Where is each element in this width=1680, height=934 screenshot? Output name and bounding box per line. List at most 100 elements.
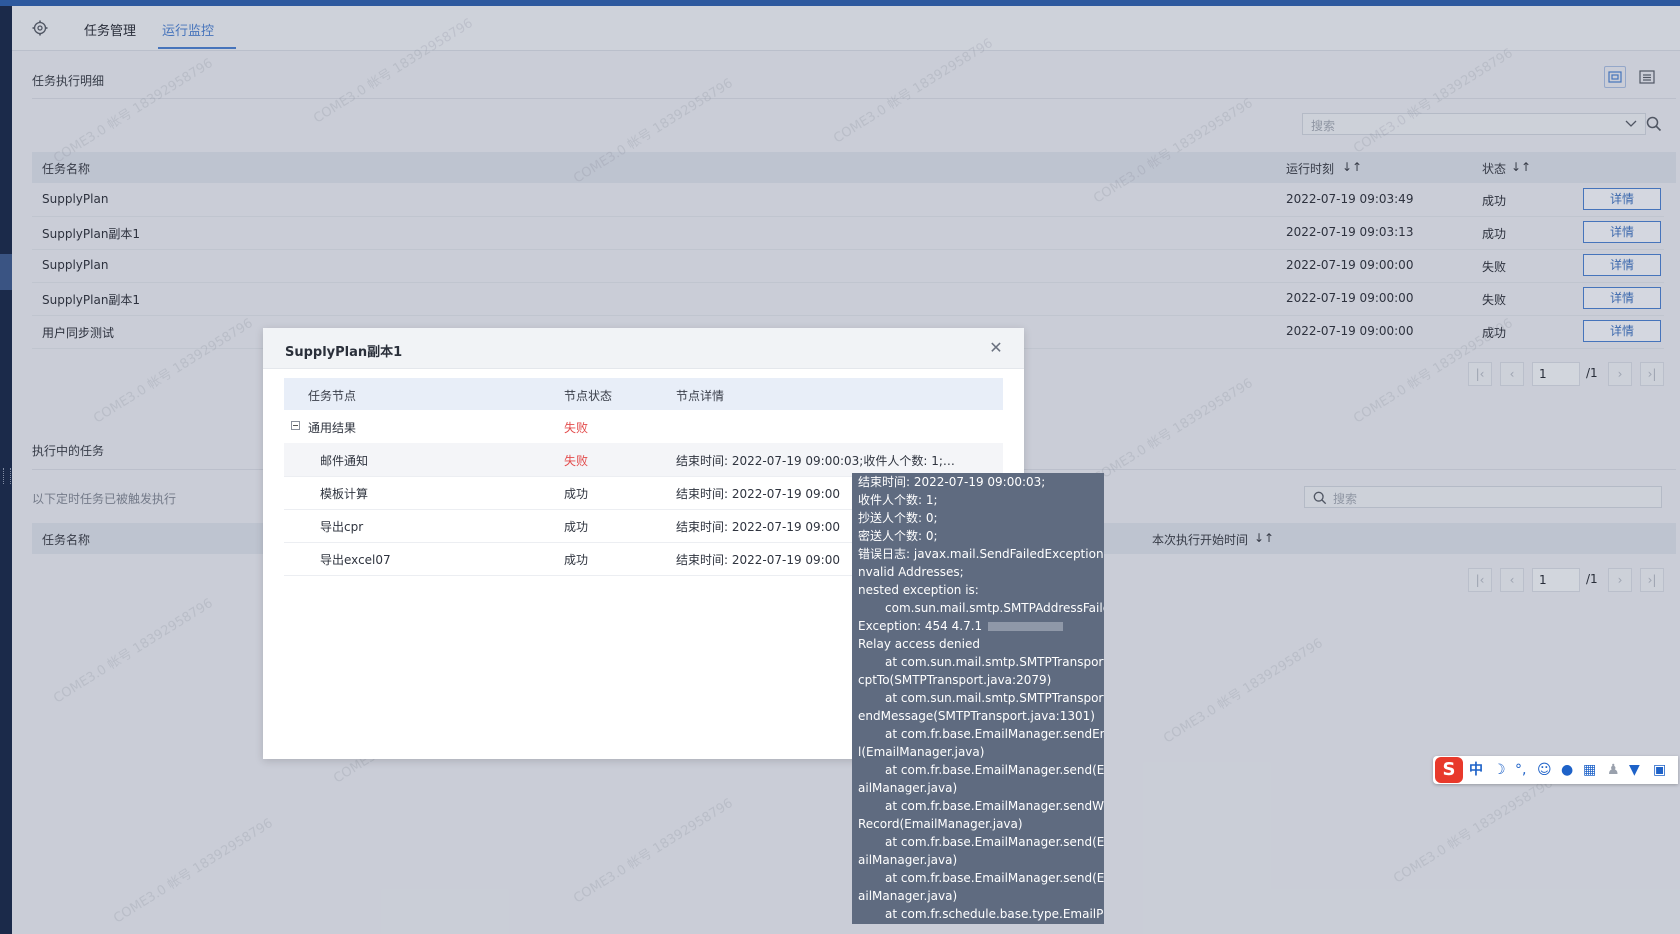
next-page-button[interactable]: ›: [1608, 362, 1632, 386]
detail-button[interactable]: 详情: [1583, 221, 1661, 243]
tooltip-line: endMessage(SMTPTransport.java:1301): [858, 709, 1095, 723]
moon-icon[interactable]: ☽: [1493, 760, 1506, 780]
microphone-icon[interactable]: ●: [1561, 760, 1573, 780]
table-row: SupplyPlan副本1 2022-07-19 09:03:13 成功 详情: [32, 216, 1664, 250]
tooltip-line: ailManager.java): [858, 889, 958, 903]
card-view-button[interactable]: [1604, 66, 1626, 88]
run-time: 2022-07-19 09:03:13: [1286, 225, 1414, 239]
sort-icon[interactable]: ↓↑: [1342, 160, 1362, 174]
tooltip-line: at com.sun.mail.smtp.SMTPTransport.r: [885, 655, 1104, 669]
col-node-detail: 节点详情: [676, 389, 725, 403]
list-view-icon: [1639, 70, 1655, 84]
tooltip-text: Exception: 454 4.7.1: [858, 619, 983, 633]
active-tab-indicator: [158, 47, 236, 49]
card-view-icon: [1608, 71, 1622, 83]
detail-button[interactable]: 详情: [1583, 320, 1661, 342]
tooltip-line: 结束时间: 2022-07-19 09:00:03;: [858, 475, 1046, 489]
run-time: 2022-07-19 09:00:00: [1286, 324, 1414, 338]
detail-button[interactable]: 详情: [1583, 188, 1661, 210]
divider: [32, 98, 1676, 99]
col-start-time[interactable]: 本次执行开始时间: [1152, 531, 1248, 548]
search-placeholder: 搜索: [1333, 492, 1358, 506]
tab-run-monitor[interactable]: 运行监控: [162, 20, 214, 39]
tooltip-line: nested exception is:: [858, 583, 979, 597]
first-page-button[interactable]: |‹: [1468, 568, 1492, 592]
ime-logo[interactable]: S: [1435, 757, 1463, 783]
sort-icon[interactable]: ↓↑: [1254, 531, 1274, 545]
page-input[interactable]: 1: [1532, 362, 1580, 386]
last-page-button[interactable]: ›|: [1640, 568, 1664, 592]
tooltip-line: Record(EmailManager.java): [858, 817, 1023, 831]
running-subtitle: 以下定时任务已被触发执行: [32, 492, 177, 506]
status: 成功: [1482, 194, 1507, 208]
node-detail[interactable]: 结束时间: 2022-07-19 09:00:03;收件人个数: 1;抄送...: [676, 452, 956, 469]
page-total: /1: [1586, 366, 1598, 380]
toolbox-icon[interactable]: ▣: [1653, 760, 1666, 780]
node-state: 失败: [564, 421, 589, 435]
exec-pager: |‹ ‹ 1 /1 › ›|: [1468, 362, 1668, 386]
tree-row[interactable]: 邮件通知 失败 结束时间: 2022-07-19 09:00:03;收件人个数:…: [284, 443, 1003, 477]
tooltip-line: at com.fr.base.EmailManager.send(Em: [885, 871, 1104, 885]
keyboard-icon[interactable]: ▦: [1583, 760, 1596, 780]
tooltip-line: at com.fr.base.EmailManager.send(Em: [885, 763, 1104, 777]
prev-page-button[interactable]: ‹: [1500, 362, 1524, 386]
running-tasks-title: 执行中的任务: [32, 444, 105, 458]
run-time: 2022-07-19 09:00:00: [1286, 291, 1414, 305]
chevron-down-icon[interactable]: [1625, 119, 1637, 129]
running-search-input[interactable]: 搜索: [1304, 486, 1662, 508]
col-node: 任务节点: [308, 389, 357, 403]
node-state: 成功: [564, 520, 589, 534]
node-detail[interactable]: 结束时间: 2022-07-19 09:00: [676, 518, 840, 535]
tooltip-line: Exception: 454 4.7.1: [858, 617, 1098, 635]
col-run-time[interactable]: 运行时刻: [1286, 160, 1334, 177]
detail-button[interactable]: 详情: [1583, 287, 1661, 309]
run-time: 2022-07-19 09:03:49: [1286, 192, 1414, 206]
col-status[interactable]: 状态: [1482, 160, 1506, 177]
detail-button[interactable]: 详情: [1583, 254, 1661, 276]
status: 失败: [1482, 293, 1507, 307]
sort-icon[interactable]: ↓↑: [1511, 160, 1531, 174]
search-icon[interactable]: [1646, 116, 1662, 132]
ime-toolbar: S 中 ☽ °, ☺ ● ▦ ♟ ▼ ▣: [1433, 756, 1678, 784]
tooltip-line: at com.fr.schedule.base.type.EmailPrev: [885, 907, 1104, 921]
tab-task-management[interactable]: 任务管理: [84, 20, 136, 39]
tree-row[interactable]: 通用结果 失败: [284, 410, 1003, 444]
gear-icon[interactable]: [32, 20, 48, 36]
sidebar-selected-item[interactable]: [0, 254, 12, 290]
node-state: 失败: [564, 454, 589, 468]
tooltip-line: at com.fr.base.EmailManager.sendEmai: [885, 727, 1104, 741]
node-detail[interactable]: 结束时间: 2022-07-19 09:00: [676, 485, 840, 502]
tooltip-line: 收件人个数: 1;: [858, 493, 938, 507]
next-page-button[interactable]: ›: [1608, 568, 1632, 592]
last-page-button[interactable]: ›|: [1640, 362, 1664, 386]
page-total: /1: [1586, 572, 1598, 586]
ime-mode-toggle[interactable]: 中: [1469, 760, 1483, 780]
first-page-button[interactable]: |‹: [1468, 362, 1492, 386]
close-icon[interactable]: ✕: [987, 339, 1005, 357]
punctuation-icon[interactable]: °,: [1515, 760, 1526, 780]
table-row: SupplyPlan副本1 2022-07-19 09:00:00 失败 详情: [32, 282, 1664, 316]
node-name: 通用结果: [308, 421, 357, 435]
skin-icon[interactable]: ▼: [1629, 760, 1640, 780]
tooltip-line: 密送人个数: 0;: [858, 529, 938, 543]
modal-title: SupplyPlan副本1: [285, 345, 403, 360]
prev-page-button[interactable]: ‹: [1500, 568, 1524, 592]
modal-table-header: 任务节点 节点状态 节点详情: [284, 378, 1003, 410]
tooltip-line: 错误日志: javax.mail.SendFailedException: I: [858, 547, 1104, 561]
node-detail[interactable]: 结束时间: 2022-07-19 09:00: [676, 551, 840, 568]
task-name: SupplyPlan: [42, 192, 109, 206]
list-view-button[interactable]: [1636, 66, 1658, 88]
status: 成功: [1482, 227, 1507, 241]
user-icon[interactable]: ♟: [1607, 760, 1620, 780]
collapse-icon[interactable]: [291, 421, 300, 430]
tooltip-line: at com.sun.mail.smtp.SMTPTransport.s: [885, 691, 1104, 705]
running-pager: |‹ ‹ 1 /1 › ›|: [1468, 568, 1668, 592]
node-state: 成功: [564, 487, 589, 501]
exec-search-input[interactable]: 搜索: [1302, 113, 1646, 135]
sidebar-resize-handle[interactable]: [3, 468, 11, 484]
tooltip-line: com.sun.mail.smtp.SMTPAddressFailed: [885, 601, 1104, 615]
status: 失败: [1482, 260, 1507, 274]
page-input[interactable]: 1: [1532, 568, 1580, 592]
emoji-icon[interactable]: ☺: [1537, 760, 1552, 780]
node-name: 邮件通知: [320, 454, 369, 468]
